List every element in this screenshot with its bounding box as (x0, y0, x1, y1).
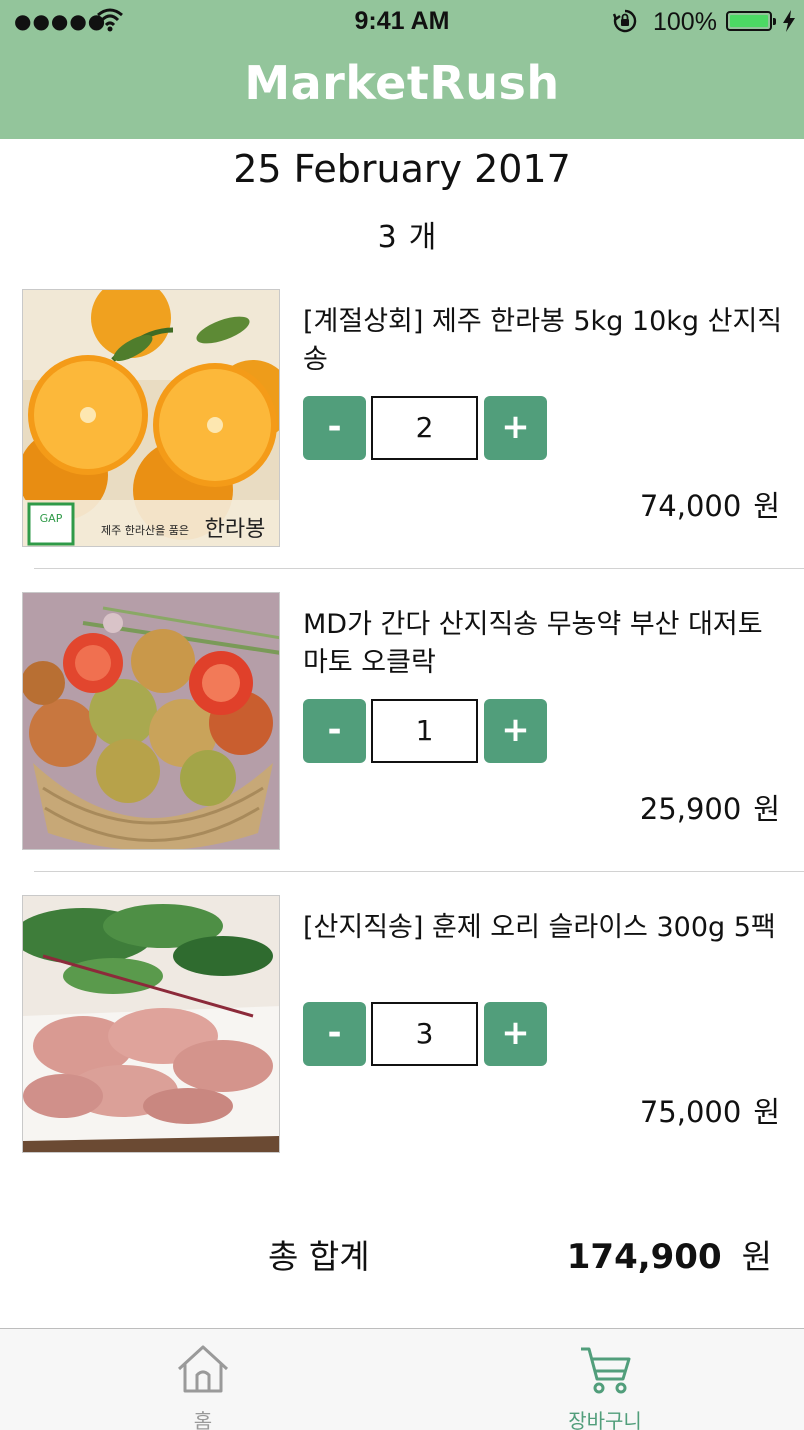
cart-item: GAP 제주 한라산을 품은 한라봉 [계절상회] 제주 한라봉 5kg 10k… (0, 289, 804, 589)
battery-icon (726, 11, 776, 31)
decrease-quantity-button[interactable]: - (303, 699, 366, 763)
cart-item: MD가 간다 산지직송 무농약 부산 대저토마토 오클락 - 1 + 25,90… (0, 592, 804, 892)
divider (34, 568, 804, 569)
cart-item: [산지직송] 훈제 오리 슬라이스 300g 5팩 - 3 + 75,000 원 (0, 895, 804, 1195)
decrease-quantity-button[interactable]: - (303, 396, 366, 460)
price-value: 25,900 (639, 792, 742, 826)
increase-quantity-button[interactable]: + (484, 1002, 547, 1066)
app-header: ●●●●● 9:41 AM 100% MarketRush (0, 0, 804, 139)
product-image-tomatoes[interactable] (22, 592, 280, 850)
product-image-hallabong[interactable]: GAP 제주 한라산을 품은 한라봉 (22, 289, 280, 547)
quantity-field[interactable]: 3 (371, 1002, 478, 1066)
price-currency: 원 (753, 1095, 780, 1129)
tab-home[interactable]: 홈 (103, 1329, 303, 1430)
total-amount: 174,900 원 (567, 1230, 772, 1278)
price-currency: 원 (753, 489, 780, 523)
tab-label: 홈 (193, 1409, 213, 1430)
product-name[interactable]: [계절상회] 제주 한라봉 5kg 10kg 산지직송 (303, 303, 783, 379)
item-price: 74,000 원 (640, 483, 780, 525)
price-value: 74,000 (639, 489, 742, 523)
price-currency: 원 (753, 792, 780, 826)
cart-item-count: 3개 (0, 212, 804, 256)
cart-date: 25 February 2017 (233, 147, 571, 191)
total-value: 174,900 (566, 1237, 722, 1277)
divider (34, 871, 804, 872)
quantity-field[interactable]: 1 (371, 699, 478, 763)
total-label: 총 합계 (268, 1237, 370, 1276)
cart-icon (577, 1343, 633, 1401)
item-price: 25,900 원 (640, 786, 780, 828)
item-price: 75,000 원 (640, 1089, 780, 1131)
status-bar: ●●●●● 9:41 AM 100% (0, 0, 804, 44)
tab-bar: 홈 장바구니 (0, 1328, 804, 1430)
image-caption-main: 한라봉 (205, 517, 266, 542)
rotation-lock-icon (612, 8, 638, 40)
tab-label: 장바구니 (568, 1409, 642, 1430)
increase-quantity-button[interactable]: + (484, 396, 547, 460)
count-value: 3 (377, 220, 397, 255)
product-name[interactable]: MD가 간다 산지직송 무농약 부산 대저토마토 오클락 (303, 606, 783, 682)
battery-percent: 100% (653, 8, 717, 36)
app-title: MarketRush (244, 56, 560, 110)
increase-quantity-button[interactable]: + (484, 699, 547, 763)
product-image-smoked-duck[interactable] (22, 895, 280, 1153)
count-unit: 개 (408, 220, 437, 255)
price-value: 75,000 (639, 1095, 742, 1129)
gap-badge: GAP (40, 512, 63, 525)
tab-cart[interactable]: 장바구니 (505, 1329, 705, 1430)
total-currency: 원 (741, 1237, 772, 1276)
decrease-quantity-button[interactable]: - (303, 1002, 366, 1066)
quantity-field[interactable]: 2 (371, 396, 478, 460)
bolt-icon (782, 9, 796, 39)
home-icon (175, 1343, 231, 1401)
product-name[interactable]: [산지직송] 훈제 오리 슬라이스 300g 5팩 (303, 909, 783, 947)
image-caption-prefix: 제주 한라산을 품은 (101, 524, 189, 537)
